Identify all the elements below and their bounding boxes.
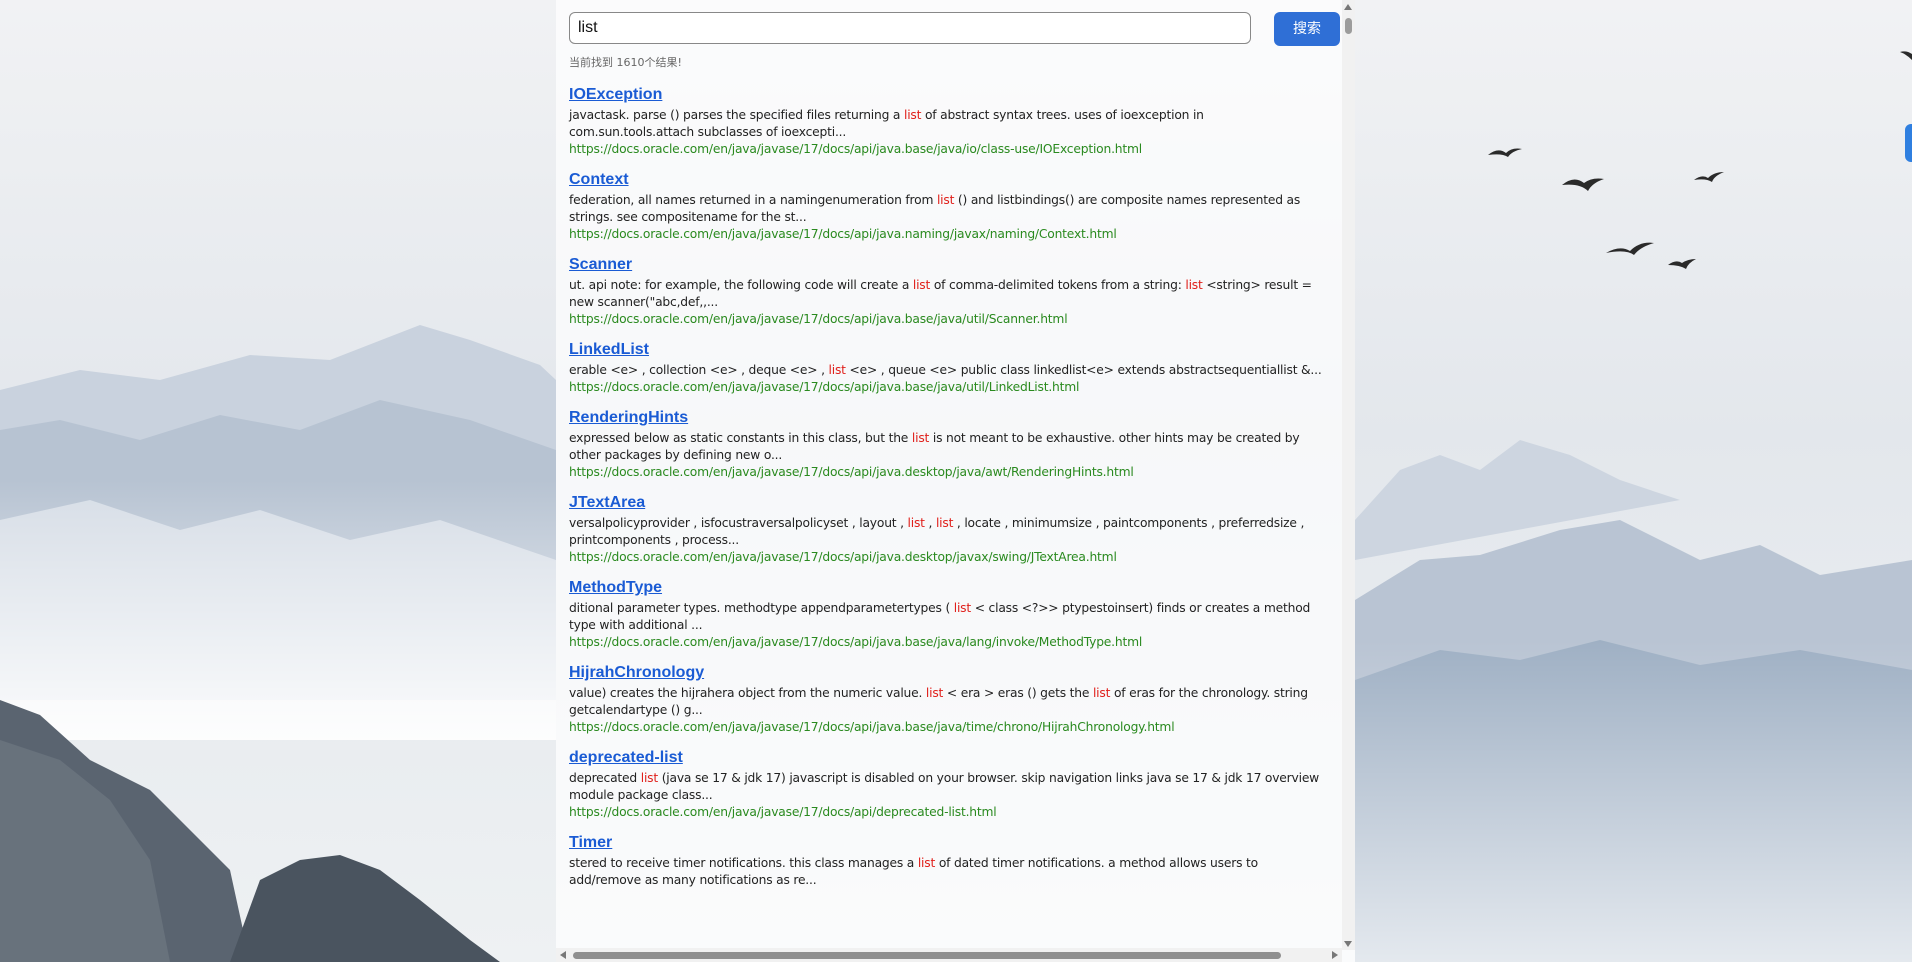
search-term-highlight: list bbox=[936, 193, 955, 207]
snippet-text: (java se 17 & jdk 17) javascript is disa… bbox=[569, 771, 1320, 802]
snippet-text: < era > eras () gets the bbox=[943, 686, 1093, 700]
result-snippet: ut. api note: for example, the following… bbox=[569, 277, 1329, 311]
result-title-link[interactable]: JTextArea bbox=[569, 492, 1329, 514]
result-snippet: versalpolicyprovider , isfocustraversalp… bbox=[569, 515, 1329, 549]
result-url[interactable]: https://docs.oracle.com/en/java/javase/1… bbox=[569, 719, 1329, 736]
search-term-highlight: list bbox=[935, 516, 954, 530]
scroll-up-arrow-icon[interactable] bbox=[1344, 4, 1352, 10]
search-term-highlight: list bbox=[911, 431, 930, 445]
result-title-link[interactable]: LinkedList bbox=[569, 339, 1329, 361]
result-snippet: ditional parameter types. methodtype app… bbox=[569, 600, 1329, 634]
side-tab-handle[interactable] bbox=[1905, 124, 1912, 162]
search-button[interactable]: 搜索 bbox=[1274, 12, 1340, 46]
result-title-link[interactable]: Scanner bbox=[569, 254, 1329, 276]
result-url[interactable]: https://docs.oracle.com/en/java/javase/1… bbox=[569, 464, 1329, 481]
result-title-link[interactable]: IOException bbox=[569, 84, 1329, 106]
search-results-panel: 搜索 当前找到 1610个结果! IOException javactask. p… bbox=[556, 0, 1355, 962]
result-snippet: stered to receive timer notifications. t… bbox=[569, 855, 1329, 889]
result-title-link[interactable]: Timer bbox=[569, 832, 1329, 854]
result-title-link[interactable]: deprecated-list bbox=[569, 747, 1329, 769]
result-item: IOException javactask. parse () parses th… bbox=[569, 84, 1329, 158]
result-item: Scanner ut. api note: for example, the fo… bbox=[569, 254, 1329, 328]
result-snippet: javactask. parse () parses the specified… bbox=[569, 107, 1329, 141]
snippet-text: ut. api note: for example, the following… bbox=[569, 278, 913, 292]
horizontal-scroll-thumb[interactable] bbox=[573, 952, 1281, 959]
result-snippet: value) creates the hijrahera object from… bbox=[569, 685, 1329, 719]
result-item: LinkedList erable <e> , collection <e> , … bbox=[569, 339, 1329, 396]
search-input[interactable] bbox=[569, 12, 1251, 44]
result-title-link[interactable]: Context bbox=[569, 169, 1329, 191]
snippet-text: versalpolicyprovider , isfocustraversalp… bbox=[569, 516, 908, 530]
search-term-highlight: list bbox=[953, 601, 972, 615]
search-bar: 搜索 bbox=[569, 12, 1340, 48]
scroll-down-arrow-icon[interactable] bbox=[1344, 941, 1352, 947]
search-term-highlight: list bbox=[925, 686, 944, 700]
result-snippet: expressed below as static constants in t… bbox=[569, 430, 1329, 464]
result-url[interactable]: https://docs.oracle.com/en/java/javase/1… bbox=[569, 549, 1329, 566]
result-item: RenderingHints expressed below as static … bbox=[569, 407, 1329, 481]
snippet-text: federation, all names returned in a nami… bbox=[569, 193, 937, 207]
scroll-left-arrow-icon[interactable] bbox=[560, 951, 566, 959]
search-term-highlight: list bbox=[903, 108, 922, 122]
result-snippet: erable <e> , collection <e> , deque <e> … bbox=[569, 362, 1329, 379]
search-term-highlight: list bbox=[912, 278, 931, 292]
result-url[interactable]: https://docs.oracle.com/en/java/javase/1… bbox=[569, 804, 1329, 821]
results-list: IOException javactask. parse () parses th… bbox=[569, 84, 1329, 900]
result-title-link[interactable]: MethodType bbox=[569, 577, 1329, 599]
result-url[interactable]: https://docs.oracle.com/en/java/javase/1… bbox=[569, 226, 1329, 243]
result-count: 当前找到 1610个结果! bbox=[569, 56, 682, 69]
result-snippet: federation, all names returned in a nami… bbox=[569, 192, 1329, 226]
snippet-text: javactask. parse () parses the specified… bbox=[569, 108, 904, 122]
result-item: Context federation, all names returned in… bbox=[569, 169, 1329, 243]
result-url[interactable]: https://docs.oracle.com/en/java/javase/1… bbox=[569, 634, 1329, 651]
vertical-scroll-thumb[interactable] bbox=[1345, 18, 1352, 34]
snippet-text: value) creates the hijrahera object from… bbox=[569, 686, 926, 700]
result-item: Timer stered to receive timer notificatio… bbox=[569, 832, 1329, 889]
snippet-text: expressed below as static constants in t… bbox=[569, 431, 912, 445]
horizontal-scrollbar[interactable] bbox=[556, 948, 1342, 962]
search-term-highlight: list bbox=[917, 856, 936, 870]
snippet-text: ditional parameter types. methodtype app… bbox=[569, 601, 954, 615]
vertical-scrollbar[interactable] bbox=[1342, 0, 1355, 950]
result-title-link[interactable]: HijrahChronology bbox=[569, 662, 1329, 684]
result-snippet: deprecated list (java se 17 & jdk 17) ja… bbox=[569, 770, 1329, 804]
result-item: HijrahChronology value) creates the hijra… bbox=[569, 662, 1329, 736]
snippet-text: erable <e> , collection <e> , deque <e> … bbox=[569, 363, 829, 377]
result-url[interactable]: https://docs.oracle.com/en/java/javase/1… bbox=[569, 311, 1329, 328]
scroll-right-arrow-icon[interactable] bbox=[1332, 951, 1338, 959]
result-url[interactable]: https://docs.oracle.com/en/java/javase/1… bbox=[569, 379, 1329, 396]
snippet-text: , bbox=[924, 516, 936, 530]
snippet-text: <e> , queue <e> public class linkedlist<… bbox=[845, 363, 1322, 377]
search-term-highlight: list bbox=[640, 771, 658, 785]
result-item: JTextArea versalpolicyprovider , isfocust… bbox=[569, 492, 1329, 566]
result-item: deprecated-list deprecated list (java se … bbox=[569, 747, 1329, 821]
result-item: MethodType ditional parameter types. meth… bbox=[569, 577, 1329, 651]
search-term-highlight: list bbox=[828, 363, 846, 377]
snippet-text: stered to receive timer notifications. t… bbox=[569, 856, 918, 870]
snippet-text: deprecated bbox=[569, 771, 641, 785]
search-term-highlight: list bbox=[1185, 278, 1203, 292]
snippet-text: of comma-delimited tokens from a string: bbox=[930, 278, 1186, 292]
result-url[interactable]: https://docs.oracle.com/en/java/javase/1… bbox=[569, 141, 1329, 158]
result-title-link[interactable]: RenderingHints bbox=[569, 407, 1329, 429]
search-term-highlight: list bbox=[907, 516, 925, 530]
search-term-highlight: list bbox=[1092, 686, 1111, 700]
